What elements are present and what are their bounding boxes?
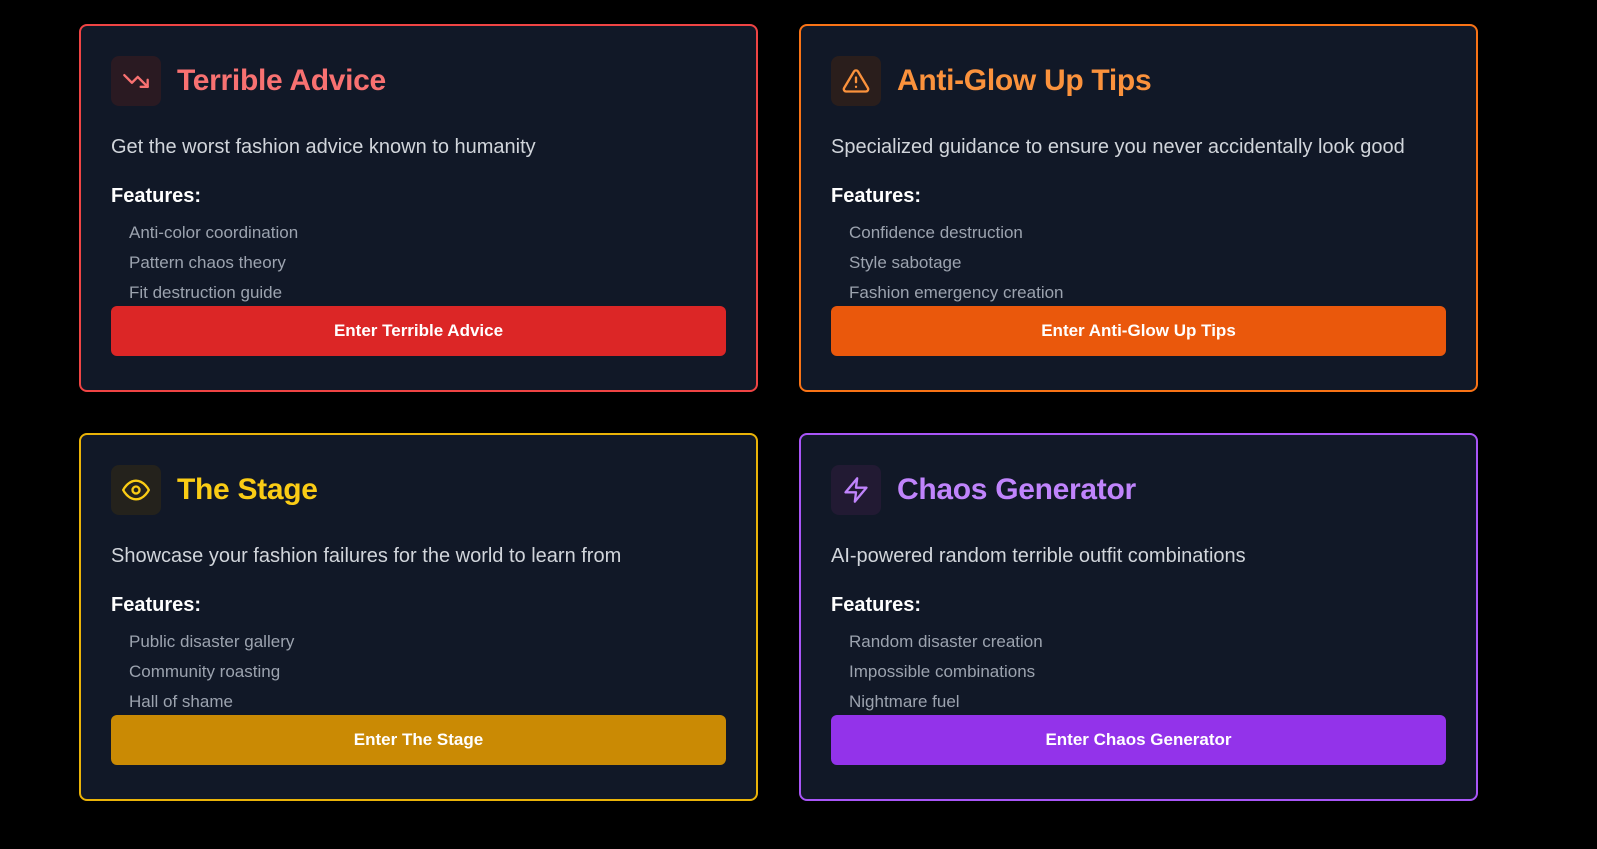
features-list: Public disaster gallery Community roasti…	[111, 629, 726, 719]
card-title: Chaos Generator	[897, 473, 1136, 506]
card-description: Showcase your fashion failures for the w…	[111, 545, 622, 567]
enter-anti-glow-up-tips-button[interactable]: Enter Anti-Glow Up Tips	[831, 306, 1446, 356]
feature-item: Community roasting	[129, 662, 281, 681]
card-the-stage: The Stage Showcase your fashion failures…	[79, 433, 758, 801]
eye-icon	[111, 465, 161, 515]
feature-item: Pattern chaos theory	[129, 253, 286, 272]
card-description: Specialized guidance to ensure you never…	[831, 136, 1405, 158]
card-title: Anti-Glow Up Tips	[897, 64, 1152, 97]
feature-item: Random disaster creation	[849, 632, 1043, 651]
enter-the-stage-button[interactable]: Enter The Stage	[111, 715, 726, 765]
features-list: Random disaster creation Impossible comb…	[831, 629, 1446, 719]
card-title: Terrible Advice	[177, 64, 386, 97]
feature-card-grid: Terrible Advice Get the worst fashion ad…	[79, 24, 1478, 801]
enter-terrible-advice-button[interactable]: Enter Terrible Advice	[111, 306, 726, 356]
card-title: The Stage	[177, 473, 318, 506]
card-description: AI-powered random terrible outfit combin…	[831, 545, 1246, 567]
feature-item: Public disaster gallery	[129, 632, 295, 651]
trending-down-icon	[111, 56, 161, 106]
features-heading: Features:	[111, 185, 202, 207]
lightning-bolt-icon	[831, 465, 881, 515]
feature-item: Anti-color coordination	[129, 223, 299, 242]
card-anti-glow-up-tips: Anti-Glow Up Tips Specialized guidance t…	[799, 24, 1478, 392]
features-list: Confidence destruction Style sabotage Fa…	[831, 220, 1446, 310]
card-header: Anti-Glow Up Tips	[831, 56, 1446, 106]
card-header: Chaos Generator	[831, 465, 1446, 515]
feature-item: Style sabotage	[849, 253, 962, 272]
features-heading: Features:	[831, 185, 922, 207]
card-description: Get the worst fashion advice known to hu…	[111, 136, 536, 158]
card-header: The Stage	[111, 465, 726, 515]
features-heading: Features:	[111, 594, 202, 616]
alert-triangle-icon	[831, 56, 881, 106]
features-heading: Features:	[831, 594, 922, 616]
feature-item: Confidence destruction	[849, 223, 1023, 242]
enter-chaos-generator-button[interactable]: Enter Chaos Generator	[831, 715, 1446, 765]
card-chaos-generator: Chaos Generator AI-powered random terrib…	[799, 433, 1478, 801]
feature-item: Impossible combinations	[849, 662, 1036, 681]
card-terrible-advice: Terrible Advice Get the worst fashion ad…	[79, 24, 758, 392]
card-header: Terrible Advice	[111, 56, 726, 106]
features-list: Anti-color coordination Pattern chaos th…	[111, 220, 726, 310]
